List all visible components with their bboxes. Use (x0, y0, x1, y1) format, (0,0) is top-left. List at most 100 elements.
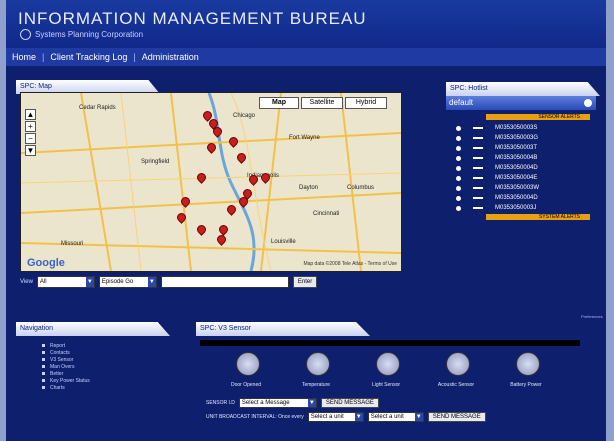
zoom-out-button[interactable]: − (25, 133, 36, 144)
sensor-id-select[interactable]: Select a Message ▼ (238, 398, 317, 408)
preferences-link[interactable]: Preferences (581, 314, 603, 319)
dash-icon (473, 207, 483, 209)
google-logo: Google (27, 257, 65, 269)
nav-link-key-power-status[interactable]: Key Power Status (20, 377, 170, 384)
chevron-down-icon: ▼ (147, 277, 156, 287)
hotlist-title: SPC: Hotlist (446, 82, 600, 96)
chevron-down-icon: ▼ (354, 413, 363, 421)
interval-select-2[interactable]: Select a unit ▼ (367, 412, 424, 422)
filter-select-all[interactable]: All ▼ (36, 276, 95, 288)
send-message-interval-button[interactable]: SEND MESSAGE (427, 412, 486, 422)
globe-icon (20, 29, 31, 40)
sensor-alerts-bar: SENSOR ALERTS (486, 114, 590, 120)
hotlist-row[interactable]: M0353050004E (456, 174, 537, 182)
chevron-down-icon: ▼ (85, 277, 94, 287)
hotlist-row[interactable]: M0353050004D (456, 164, 538, 172)
battery-icon[interactable] (516, 352, 540, 376)
sensor-id-label: SENSOR I.D (206, 400, 235, 406)
sensor-id-select-value: Select a Message (241, 400, 290, 406)
hotlist-row[interactable]: M0353050003S (456, 124, 537, 132)
hotlist-row[interactable]: M0353050003G (456, 134, 538, 142)
app-window: INFORMATION MANAGEMENT BUREAU Systems Pl… (6, 0, 606, 441)
map-attribution[interactable]: Map data ©2008 Tele Atlas - Terms of Use (303, 261, 397, 267)
hotlist-item-id: M0353050003S (495, 125, 538, 131)
nav-client-tracking-log[interactable]: Client Tracking Log (44, 52, 133, 62)
interval-select-value: Select a unit (310, 414, 344, 420)
interval-row: UNIT BROADCAST INTERVAL: Once every Sele… (206, 412, 486, 422)
bullet-icon (42, 386, 45, 389)
dash-icon (473, 147, 483, 149)
nav-link-better[interactable]: Better (20, 370, 170, 377)
map-view[interactable]: Map Satellite Hybrid ▲ + − ▼ Cedar Rapid… (20, 92, 402, 272)
status-dot-icon (456, 165, 461, 171)
filter-text-input[interactable] (160, 276, 289, 288)
interval-select-1[interactable]: Select a unit ▼ (307, 412, 364, 422)
city-label: Fort Wayne (289, 135, 320, 141)
filter-enter-button[interactable]: Enter (292, 276, 318, 288)
city-label: Dayton (299, 185, 319, 191)
acoustic-icon[interactable] (446, 352, 470, 376)
filter-select-value: Episode Go (101, 279, 134, 285)
sensor-label-light: Light Sensor (371, 382, 401, 388)
nav-link-label: Report (50, 342, 66, 349)
nav-link-label: Contacts (50, 349, 70, 356)
nav-link-contacts[interactable]: Contacts (20, 349, 170, 356)
city-label: Springfield (141, 159, 170, 165)
bullet-icon (42, 365, 45, 368)
bullet-icon (42, 358, 45, 361)
filter-select-episode[interactable]: Episode Go ▼ (98, 276, 157, 288)
sensor-label-acoustic: Acoustic Sensor (437, 382, 475, 388)
hotlist-item-id: M0353050004B (495, 155, 538, 161)
hotlist-item-id: M0353050004E (495, 175, 538, 181)
interval-select-value: Select a unit (370, 414, 404, 420)
nav-administration[interactable]: Administration (136, 52, 205, 62)
filter-label: View (20, 279, 33, 285)
status-dot-icon (456, 155, 461, 161)
hotlist-row[interactable]: M0353050004B (456, 154, 537, 162)
nav-link-report[interactable]: Report (20, 342, 170, 349)
hotlist-item-id: M0353050003T (495, 145, 538, 151)
dash-icon (473, 197, 483, 199)
company-name: Systems Planning Corporation (35, 30, 144, 39)
hotlist-row[interactable]: M0353050003T (456, 144, 537, 152)
navigation-title: Navigation (16, 322, 170, 336)
map-type-satellite-button[interactable]: Satellite (301, 97, 343, 109)
status-dot-icon (456, 135, 461, 141)
map-type-hybrid-button[interactable]: Hybrid (345, 97, 387, 109)
light-sensor-icon[interactable] (376, 352, 400, 376)
app-title: INFORMATION MANAGEMENT BUREAU (18, 9, 367, 28)
dash-icon (473, 177, 483, 179)
door-icon[interactable] (236, 352, 260, 376)
filter-select-value: All (39, 279, 47, 285)
nav-link-charts[interactable]: Charts (20, 384, 170, 391)
status-dot-icon (456, 205, 461, 211)
map-type-map-button[interactable]: Map (259, 97, 299, 109)
status-dot-icon (456, 125, 461, 131)
nav-link-label: Man Overs (50, 363, 75, 370)
zoom-in-button[interactable]: + (25, 121, 36, 132)
nav-link-man-overs[interactable]: Man Overs (20, 363, 170, 370)
pan-down-button[interactable]: ▼ (25, 145, 36, 156)
hotlist-row[interactable]: M0353050004D (456, 194, 538, 202)
nav-link-label: Charts (50, 384, 65, 391)
hotlist-panel: default SENSOR ALERTS M0353050003S M0353… (446, 96, 596, 226)
status-dot-icon (456, 145, 461, 151)
nav-link-v3-sensor[interactable]: V3 Sensor (20, 356, 170, 363)
hotlist-row[interactable]: M0353050003W (456, 184, 539, 192)
city-label: Cedar Rapids (79, 105, 116, 111)
hotlist-group-name: default (449, 98, 474, 107)
interval-label: UNIT BROADCAST INTERVAL: Once every (206, 414, 304, 420)
status-dot-icon (456, 175, 461, 181)
send-message-button[interactable]: SEND MESSAGE (320, 398, 379, 408)
nav-link-label: V3 Sensor (50, 356, 74, 363)
hotlist-row[interactable]: M0353050003J (456, 204, 536, 212)
bullet-icon (42, 372, 45, 375)
system-alerts-bar: SYSTEM ALERTS (486, 214, 590, 220)
nav-home[interactable]: Home (6, 52, 42, 62)
filter-row: View All ▼ Episode Go ▼ Enter (20, 276, 318, 288)
group-toggle-icon[interactable] (584, 99, 592, 107)
city-label: Chicago (233, 113, 256, 119)
hotlist-group-header[interactable]: default (446, 96, 596, 110)
pan-up-button[interactable]: ▲ (25, 109, 36, 120)
thermometer-icon[interactable] (306, 352, 330, 376)
